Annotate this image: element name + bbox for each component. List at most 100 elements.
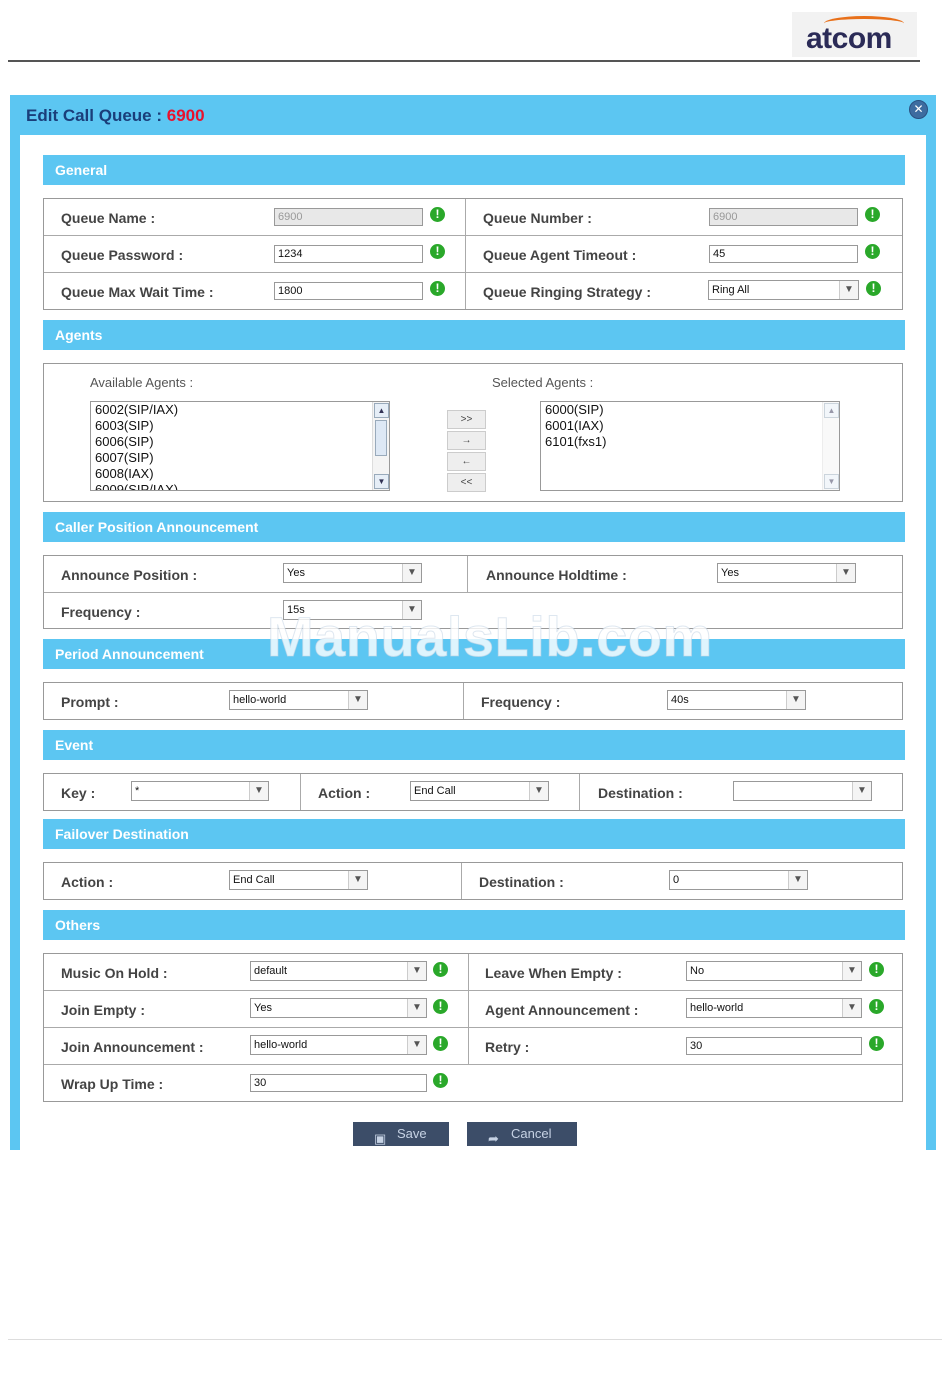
cancel-button-label: Cancel: [511, 1126, 552, 1141]
join-empty-select[interactable]: Yes ▼: [250, 998, 427, 1018]
announce-position-select[interactable]: Yes ▼: [283, 563, 422, 583]
divider: [579, 774, 580, 810]
divider: [300, 774, 301, 810]
valid-check-icon: !: [430, 281, 445, 296]
save-button-label: Save: [397, 1126, 427, 1141]
announce-holdtime-label: Announce Holdtime :: [486, 567, 627, 583]
failover-action-select[interactable]: End Call ▼: [229, 870, 368, 890]
event-destination-label: Destination :: [598, 785, 683, 801]
wrap-up-time-input[interactable]: 30: [250, 1074, 427, 1092]
move-left-button[interactable]: ←: [447, 452, 486, 471]
event-action-value: End Call: [414, 785, 456, 797]
scroll-down-icon[interactable]: ▼: [374, 474, 389, 489]
max-wait-time-label: Queue Max Wait Time :: [61, 284, 214, 300]
queue-password-input[interactable]: 1234: [274, 245, 423, 263]
list-item[interactable]: 6101(fxs1): [541, 434, 839, 450]
announce-holdtime-select[interactable]: Yes ▼: [717, 563, 856, 583]
valid-check-icon: !: [869, 999, 884, 1014]
dialog-title-text: Edit Call Queue :: [26, 106, 167, 125]
frequency-label: Frequency :: [61, 604, 141, 620]
scrollbar[interactable]: ▲ ▼: [372, 402, 389, 490]
divider: [467, 556, 468, 592]
valid-check-icon: !: [430, 244, 445, 259]
divider: [461, 863, 462, 899]
list-item[interactable]: 6006(SIP): [91, 434, 389, 450]
chevron-down-icon: ▼: [348, 871, 367, 889]
section-event: Event: [43, 730, 905, 760]
music-on-hold-value: default: [254, 965, 288, 977]
move-right-button[interactable]: →: [447, 431, 486, 450]
max-wait-time-input[interactable]: 1800: [274, 282, 423, 300]
section-general: General: [43, 155, 905, 185]
section-agents: Agents: [43, 320, 905, 350]
scroll-up-icon[interactable]: ▲: [374, 403, 389, 418]
retry-label: Retry :: [485, 1039, 530, 1055]
prompt-value: hello-world: [233, 694, 287, 706]
section-others: Others: [43, 910, 905, 940]
list-item[interactable]: 6000(SIP): [541, 402, 839, 418]
period-frequency-value: 40s: [671, 694, 689, 706]
divider: [44, 592, 902, 593]
chevron-down-icon: ▼: [836, 564, 855, 582]
ringing-strategy-select[interactable]: Ring All ▼: [708, 280, 859, 300]
chevron-down-icon: ▼: [842, 962, 861, 980]
failover-destination-label: Destination :: [479, 874, 564, 890]
key-label: Key :: [61, 785, 96, 801]
announce-holdtime-value: Yes: [721, 567, 739, 579]
join-announcement-label: Join Announcement :: [61, 1039, 204, 1055]
list-item[interactable]: 6009(SIP/IAX): [91, 482, 389, 490]
list-item[interactable]: 6008(IAX): [91, 466, 389, 482]
save-button[interactable]: ▣ Save: [353, 1122, 449, 1146]
retry-input[interactable]: 30: [686, 1037, 862, 1055]
list-item[interactable]: 6007(SIP): [91, 450, 389, 466]
list-item[interactable]: 6001(IAX): [541, 418, 839, 434]
music-on-hold-select[interactable]: default ▼: [250, 961, 427, 981]
failover-destination-select[interactable]: 0 ▼: [669, 870, 808, 890]
scroll-up-icon[interactable]: ▲: [824, 403, 839, 418]
divider: [44, 1027, 902, 1028]
selected-agents-list[interactable]: 6000(SIP) 6001(IAX) 6101(fxs1) ▲ ▼: [540, 401, 840, 491]
event-action-select[interactable]: End Call ▼: [410, 781, 549, 801]
chevron-down-icon: ▼: [852, 782, 871, 800]
key-select[interactable]: * ▼: [131, 781, 269, 801]
prompt-select[interactable]: hello-world ▼: [229, 690, 368, 710]
join-empty-label: Join Empty :: [61, 1002, 146, 1018]
footer-divider: [8, 1339, 942, 1340]
wrap-up-time-label: Wrap Up Time :: [61, 1076, 164, 1092]
period-frequency-select[interactable]: 40s ▼: [667, 690, 806, 710]
queue-number-label: Queue Number :: [483, 210, 592, 226]
chevron-down-icon: ▼: [788, 871, 807, 889]
move-all-right-button[interactable]: >>: [447, 410, 486, 429]
valid-check-icon: !: [866, 281, 881, 296]
ringing-strategy-label: Queue Ringing Strategy :: [483, 284, 652, 300]
queue-name-input: 6900: [274, 208, 423, 226]
leave-when-empty-select[interactable]: No ▼: [686, 961, 862, 981]
chevron-down-icon: ▼: [842, 999, 861, 1017]
divider: [44, 990, 902, 991]
section-failover: Failover Destination: [43, 819, 905, 849]
chevron-down-icon: ▼: [402, 564, 421, 582]
event-destination-select[interactable]: ▼: [733, 781, 872, 801]
period-frequency-label: Frequency :: [481, 694, 561, 710]
agent-timeout-input[interactable]: 45: [709, 245, 858, 263]
join-empty-value: Yes: [254, 1002, 272, 1014]
close-icon[interactable]: ✕: [909, 100, 928, 119]
agent-announcement-label: Agent Announcement :: [485, 1002, 639, 1018]
available-agents-list[interactable]: 6002(SIP/IAX) 6003(SIP) 6006(SIP) 6007(S…: [90, 401, 390, 491]
divider: [44, 272, 902, 273]
join-announcement-select[interactable]: hello-world ▼: [250, 1035, 427, 1055]
queue-password-label: Queue Password :: [61, 247, 184, 263]
scroll-thumb[interactable]: [375, 420, 387, 456]
list-item[interactable]: 6002(SIP/IAX): [91, 402, 389, 418]
agent-announcement-select[interactable]: hello-world ▼: [686, 998, 862, 1018]
agent-timeout-label: Queue Agent Timeout :: [483, 247, 637, 263]
scroll-down-icon[interactable]: ▼: [824, 474, 839, 489]
scrollbar[interactable]: ▲ ▼: [822, 402, 839, 490]
divider: [463, 683, 464, 719]
logo-text: atcom: [806, 22, 892, 55]
cancel-button[interactable]: ➦ Cancel: [467, 1122, 577, 1146]
list-item[interactable]: 6003(SIP): [91, 418, 389, 434]
valid-check-icon: !: [433, 999, 448, 1014]
move-all-left-button[interactable]: <<: [447, 473, 486, 492]
failover-action-value: End Call: [233, 874, 275, 886]
